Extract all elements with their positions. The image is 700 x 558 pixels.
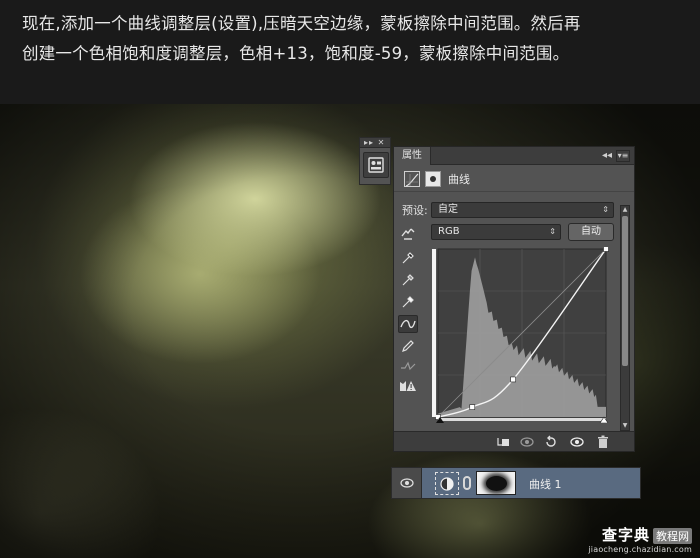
panel-header: 属性 ◂◂ ▾≡ <box>394 147 634 165</box>
curves-graph[interactable] <box>430 247 612 423</box>
collapsed-dock-strip[interactable]: ▸▸ ✕ <box>359 137 391 185</box>
curve-point[interactable] <box>469 404 476 410</box>
clipping-warning-icon[interactable] <box>398 377 418 395</box>
auto-button[interactable]: 自动 <box>568 223 614 241</box>
panel-menu-button[interactable]: ▾≡ <box>616 150 630 162</box>
on-image-adjust-icon[interactable] <box>398 225 418 243</box>
output-gradient <box>432 249 436 417</box>
gray-eyedropper-icon[interactable] <box>398 271 418 289</box>
watermark-url: jiaocheng.chazidian.com <box>588 545 692 554</box>
layer-mask-thumbnail[interactable] <box>476 471 516 495</box>
adjustment-title-row: 曲线 <box>394 166 634 192</box>
scrollbar-thumb[interactable] <box>622 216 628 366</box>
properties-icon[interactable] <box>363 152 389 178</box>
instruction-line-2: 创建一个色相饱和度调整层，色相+13，饱和度-59，蒙板擦除中间范围。 <box>22 44 570 63</box>
link-chain-icon[interactable] <box>463 476 471 490</box>
layer-visibility-icon[interactable] <box>392 468 422 498</box>
scroll-up-icon[interactable]: ▲ <box>621 206 629 214</box>
adjustment-thumbnail[interactable] <box>435 472 459 495</box>
layer-mask-icon[interactable] <box>425 171 441 187</box>
clip-to-layer-icon[interactable] <box>494 434 512 450</box>
curves-graph-canvas[interactable] <box>430 247 612 423</box>
black-eyedropper-icon[interactable] <box>398 249 418 267</box>
watermark-box: 教程网 <box>653 528 692 544</box>
panel-collapse-button[interactable]: ◂◂ <box>602 149 612 163</box>
visibility-icon[interactable] <box>568 434 586 450</box>
input-gradient <box>438 418 606 421</box>
delete-icon[interactable] <box>594 434 612 450</box>
layer-row-curves[interactable]: 曲线 1 <box>391 467 641 499</box>
scroll-down-icon[interactable]: ▼ <box>621 422 629 430</box>
preset-label: 预设: <box>402 204 428 217</box>
instruction-line-1: 现在,添加一个曲线调整层(设置),压暗天空边缘，蒙板擦除中间范围。然后再 <box>22 14 581 33</box>
smooth-icon[interactable] <box>398 357 418 375</box>
layer-name[interactable]: 曲线 1 <box>529 476 562 492</box>
white-eyedropper-icon[interactable] <box>398 293 418 311</box>
view-previous-icon[interactable] <box>518 434 536 450</box>
channel-value: RGB <box>438 226 460 237</box>
dropdown-arrows-icon: ⇕ <box>549 227 556 236</box>
reset-icon[interactable] <box>542 434 560 450</box>
curves-adjustment-icon <box>404 171 420 187</box>
curve-point[interactable] <box>510 376 516 383</box>
channel-dropdown[interactable]: RGB ⇕ <box>431 224 561 240</box>
dock-strip-header[interactable]: ▸▸ ✕ <box>360 138 390 148</box>
dropdown-arrows-icon: ⇕ <box>602 205 609 214</box>
panel-footer <box>394 431 634 451</box>
preset-dropdown[interactable]: 自定 ⇕ <box>431 202 614 218</box>
curve-point[interactable] <box>603 247 609 252</box>
tab-properties[interactable]: 属性 <box>394 147 431 165</box>
pencil-icon[interactable] <box>398 337 418 355</box>
instruction-text-block: 现在,添加一个曲线调整层(设置),压暗天空边缘，蒙板擦除中间范围。然后再 创建一… <box>0 0 700 104</box>
curve-points-icon[interactable] <box>398 315 418 333</box>
watermark-main: 查字典 <box>601 526 650 544</box>
preset-value: 自定 <box>438 204 458 215</box>
properties-panel: 属性 ◂◂ ▾≡ 曲线 预设: 自定 ⇕ RGB ⇕ 自动 ▲ ▼ <box>393 146 635 452</box>
site-watermark: 查字典 教程网 jiaocheng.chazidian.com <box>588 524 692 554</box>
panel-scrollbar[interactable]: ▲ ▼ <box>620 205 630 431</box>
adjustment-title: 曲线 <box>448 173 470 186</box>
